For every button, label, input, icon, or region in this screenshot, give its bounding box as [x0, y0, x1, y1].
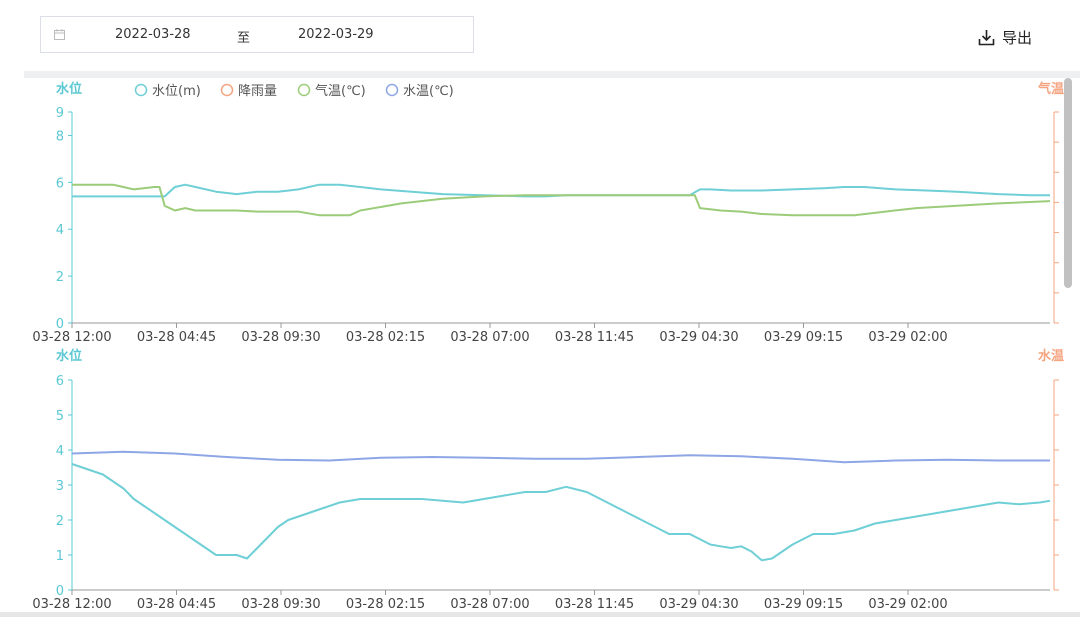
vertical-scrollbar[interactable] [1064, 78, 1072, 288]
right-axis-title: 水温 [1038, 348, 1064, 364]
x-tick-label: 03-28 12:00 [32, 597, 111, 612]
y-tick-label: 1 [56, 549, 64, 564]
y-tick-label: 3 [56, 479, 64, 494]
x-tick-label: 03-28 09:30 [241, 597, 320, 612]
x-tick-label: 03-28 07:00 [450, 597, 529, 612]
y-tick-label: 5 [56, 409, 64, 424]
bottom-strip [0, 612, 1080, 617]
y-tick-label: 2 [56, 514, 64, 529]
left-axis-title: 水位 [56, 348, 82, 364]
x-tick-label: 03-29 09:15 [764, 597, 843, 612]
x-tick-label: 03-29 02:00 [868, 597, 947, 612]
series-line [71, 463, 1051, 562]
y-tick-label: 4 [56, 444, 64, 459]
series-line [71, 450, 1050, 464]
x-tick-label: 03-29 04:30 [659, 597, 738, 612]
y-tick-label: 6 [56, 374, 64, 389]
x-tick-label: 03-28 02:15 [346, 597, 425, 612]
x-tick-label: 03-28 11:45 [555, 597, 634, 612]
chart-water-level-water-temp: 水位 水温 012345603-28 12:00 03-28 04:45 03-28… [32, 348, 1064, 612]
x-tick-label: 03-28 04:45 [137, 597, 216, 612]
